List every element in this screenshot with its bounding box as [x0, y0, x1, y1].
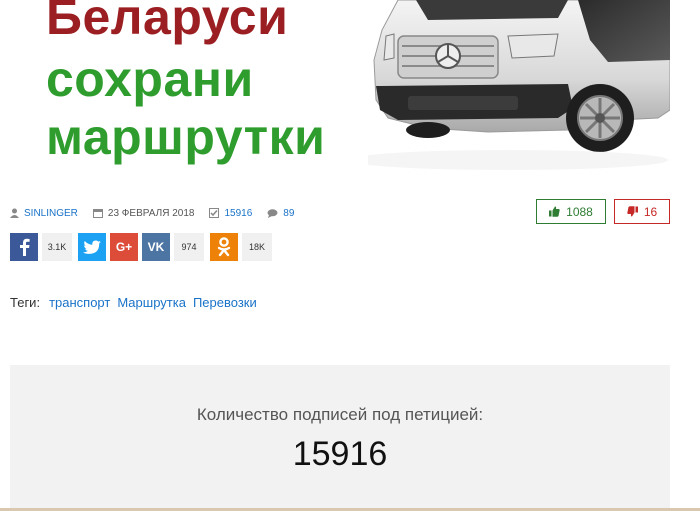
calendar-icon: [92, 209, 103, 218]
banner-line-1: Беларуси: [46, 0, 289, 45]
date-meta: 23 ФЕВРАЛЯ 2018: [92, 207, 195, 219]
share-bar: 3.1K G+ VK 974 18K: [10, 233, 278, 261]
tags-row: Теги: транспорт Маршрутка Перевозки: [10, 295, 264, 310]
comments-meta[interactable]: 89: [267, 208, 294, 219]
like-button[interactable]: 1088: [536, 199, 606, 224]
like-count: 1088: [566, 204, 593, 219]
article-banner-image: Беларуси сохрани маршрутки: [0, 0, 700, 178]
petition-label: Количество подписей под петицией:: [196, 405, 484, 424]
odnoklassniki-share-button[interactable]: [210, 233, 238, 261]
dislike-count: 16: [643, 204, 658, 219]
thumbs-down-icon: [627, 206, 638, 217]
banner-line-2: сохрани: [46, 51, 254, 107]
checkbox-icon: [209, 208, 220, 218]
minibus-illustration: [368, 0, 670, 170]
comments-icon: [267, 208, 278, 218]
signatures-meta[interactable]: 15916: [209, 208, 252, 219]
facebook-icon: [20, 238, 30, 256]
post-date: 23 ФЕВРАЛЯ 2018: [107, 207, 195, 219]
twitter-share-button[interactable]: [78, 233, 106, 261]
dislike-button[interactable]: 16: [614, 199, 670, 224]
vk-share-count: 974: [174, 233, 204, 261]
facebook-share-count: 3.1K: [42, 233, 72, 261]
odnoklassniki-share-count: 18K: [242, 233, 272, 261]
vk-icon: VK: [147, 240, 165, 254]
user-icon: [10, 208, 19, 218]
tag-link[interactable]: Перевозки: [193, 295, 257, 310]
thumbs-up-icon: [549, 206, 560, 217]
twitter-icon: [83, 240, 101, 254]
odnoklassniki-icon: [217, 237, 231, 257]
author-link[interactable]: SINLINGER: [24, 208, 78, 219]
signatures-count-link[interactable]: 15916: [224, 208, 252, 219]
post-meta: SINLINGER 23 ФЕВРАЛЯ 2018 15916 89: [10, 206, 309, 220]
tag-link[interactable]: транспорт: [49, 295, 110, 310]
facebook-share-button[interactable]: [10, 233, 38, 261]
tags-label: Теги:: [10, 295, 41, 310]
google-plus-icon: G+: [115, 240, 133, 254]
author-meta[interactable]: SINLINGER: [10, 208, 78, 219]
comments-count-link[interactable]: 89: [283, 208, 294, 219]
petition-signature-count: 15916: [292, 435, 388, 473]
google-plus-share-button[interactable]: G+: [110, 233, 138, 261]
banner-line-3: маршрутки: [46, 109, 326, 165]
tag-link[interactable]: Маршрутка: [117, 295, 186, 310]
vk-share-button[interactable]: VK: [142, 233, 170, 261]
petition-counter-box: Количество подписей под петицией: 15916: [10, 365, 670, 511]
